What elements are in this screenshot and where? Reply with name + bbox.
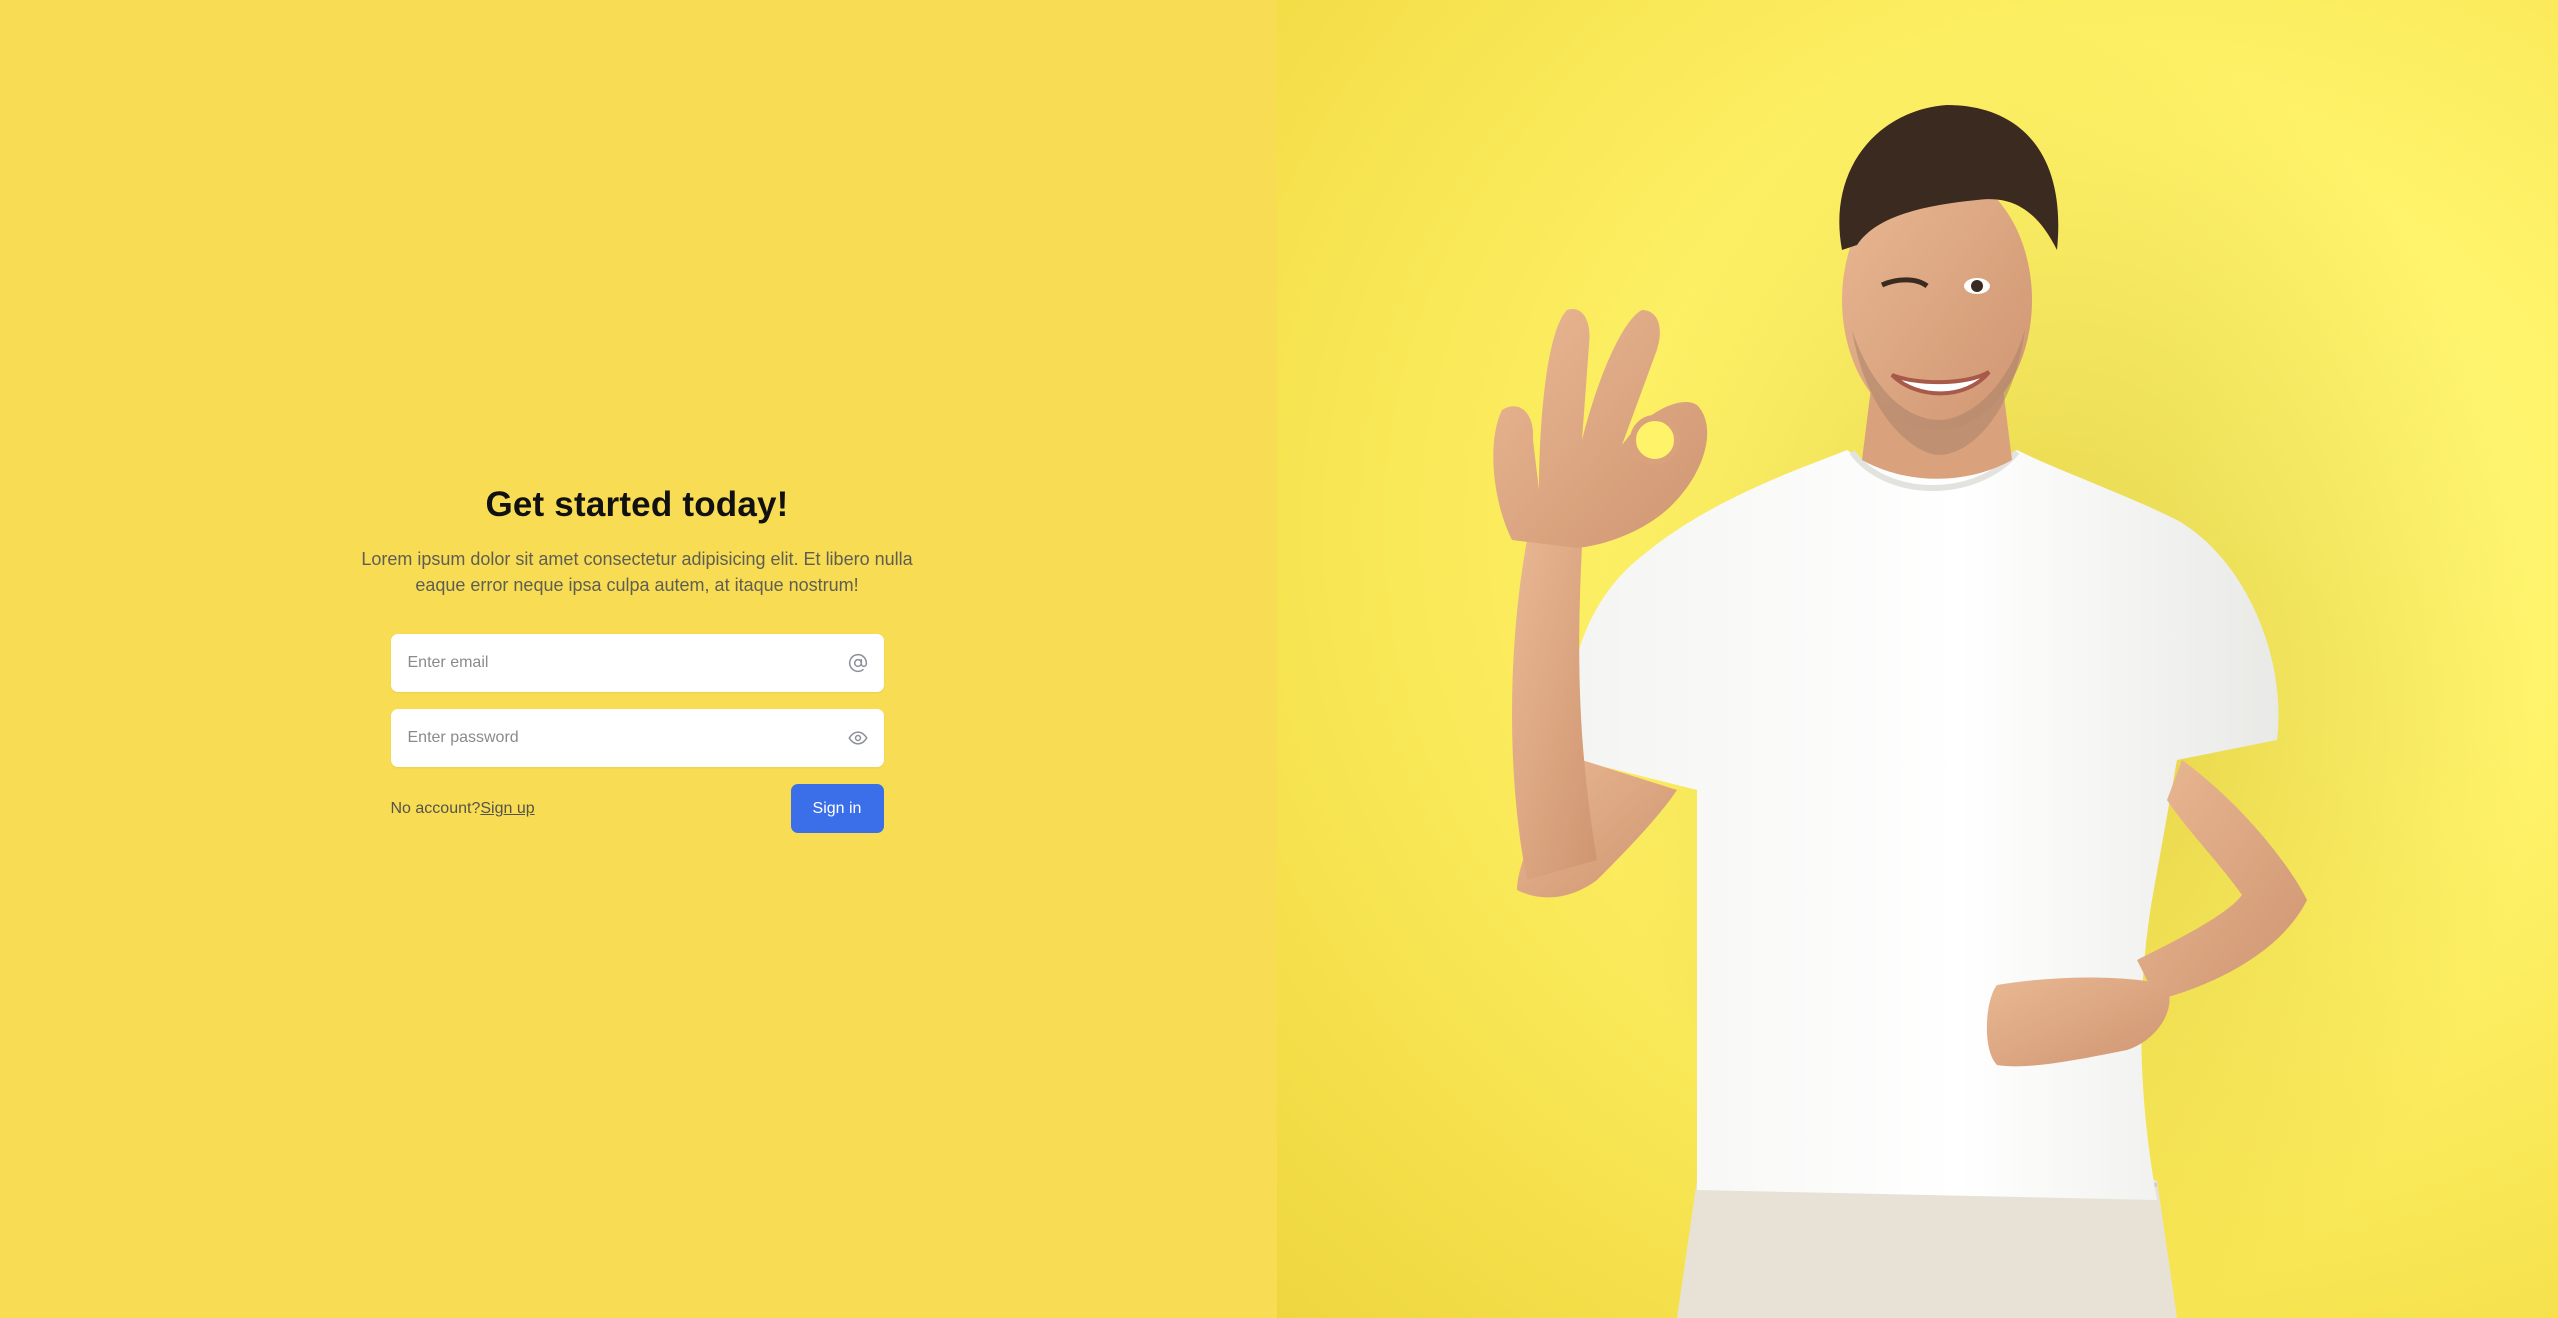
sign-in-form: No account?Sign up Sign in [390, 634, 884, 834]
hero-image-panel [1277, 0, 2558, 1318]
sign-in-panel: Get started today! Lorem ipsum dolor sit… [0, 0, 1277, 1318]
sign-up-link[interactable]: Sign up [480, 800, 534, 817]
hero-photo-man-ok-gesture [1493, 30, 2537, 1318]
sign-in-page: Get started today! Lorem ipsum dolor sit… [0, 0, 2558, 1318]
sign-in-form-container: Get started today! Lorem ipsum dolor sit… [355, 480, 919, 834]
page-subtitle: Lorem ipsum dolor sit amet consectetur a… [361, 549, 913, 595]
email-field-wrapper [390, 634, 884, 692]
page-title: Get started today! [485, 485, 789, 524]
sign-in-button[interactable]: Sign in [790, 784, 884, 833]
no-account-text: No account? [390, 800, 481, 817]
no-account-prompt: No account?Sign up [391, 800, 535, 818]
eye-icon[interactable] [848, 728, 868, 748]
email-input[interactable] [390, 634, 808, 692]
form-actions: No account?Sign up Sign in [391, 784, 884, 834]
password-field-wrapper [390, 709, 884, 767]
password-input[interactable] [390, 709, 808, 767]
at-sign-icon [848, 653, 867, 673]
